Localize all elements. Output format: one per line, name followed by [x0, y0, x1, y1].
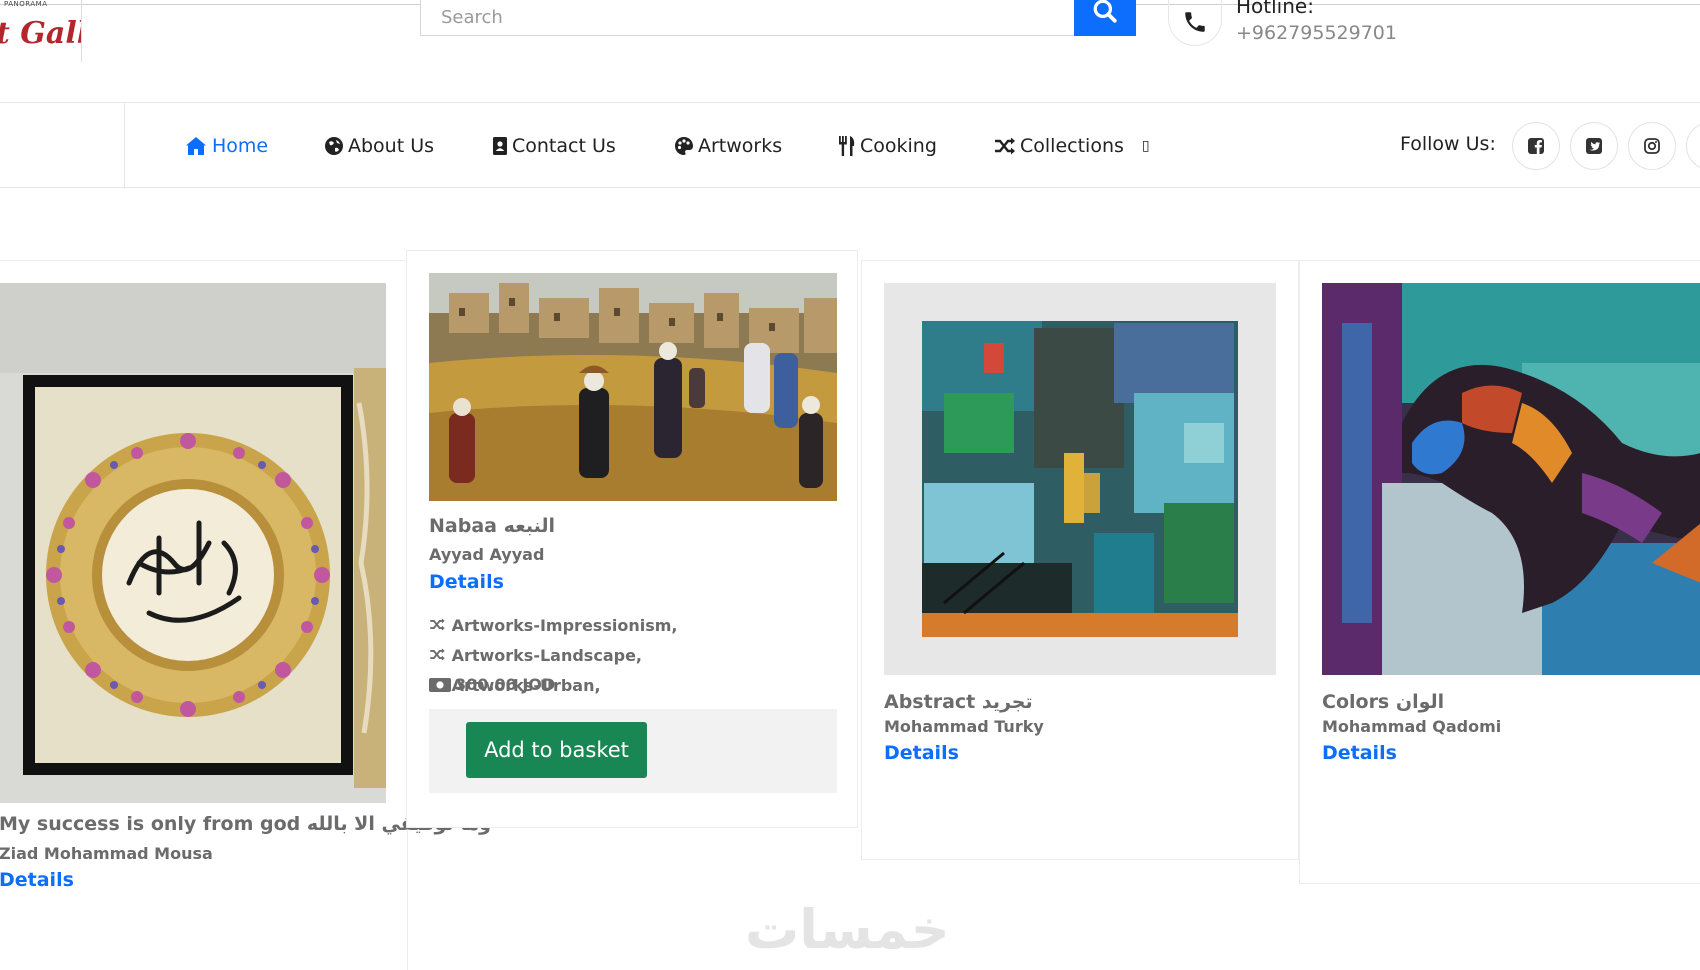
tag-impressionism[interactable]: Artworks-Impressionism, [429, 616, 677, 635]
watermark: خمسات [745, 898, 950, 961]
home-icon [186, 137, 206, 155]
artwork-card-3: Abstract تجريد Mohammad Turky Details [861, 260, 1299, 860]
follow-us-label: Follow Us: [1400, 133, 1496, 155]
search-button[interactable] [1074, 0, 1136, 36]
twitter-icon [1586, 138, 1602, 154]
nav-about-label: About Us [348, 135, 435, 157]
price-value: 300.00 JOD [455, 675, 556, 694]
artwork-artist-2: Ayyad Ayyad [429, 545, 545, 564]
globe-icon [325, 137, 343, 155]
nav-collections-label: Collections [1020, 135, 1124, 157]
nav-home[interactable]: Home [184, 132, 268, 160]
artwork-image-1[interactable] [0, 283, 386, 803]
palette-icon [675, 137, 693, 155]
artwork-price-2: 300.00 JOD [429, 675, 555, 694]
artwork-details-link-4[interactable]: Details [1322, 742, 1397, 764]
nav-artworks[interactable]: Artworks [674, 132, 782, 160]
nav-contact-label: Contact Us [512, 135, 616, 157]
shuffle-icon [995, 137, 1015, 155]
site-logo[interactable]: PANORAMA t Gallery [0, 0, 82, 62]
nav-home-label: Home [212, 135, 269, 157]
add-to-basket-button[interactable]: Add to basket [466, 722, 647, 778]
horse-painting [1322, 283, 1700, 675]
artwork-image-3[interactable] [884, 283, 1276, 675]
phone-icon [1185, 11, 1205, 32]
twitter-link[interactable] [1570, 122, 1618, 170]
village-painting [429, 273, 837, 501]
search-input[interactable] [421, 0, 1076, 35]
nav-collections[interactable]: Collections ▯ [994, 132, 1150, 160]
artwork-artist-1: Ziad Mohammad Mousa [0, 844, 213, 863]
logo-caption: PANORAMA [4, 0, 48, 8]
artwork-title-4: Colors الوان [1322, 691, 1445, 713]
artwork-image-2[interactable] [429, 273, 837, 501]
artwork-card-1: My success is only from god وما توفيقي ا… [0, 260, 491, 970]
facebook-icon [1528, 138, 1544, 154]
instagram-icon [1644, 138, 1660, 154]
artwork-artist-4: Mohammad Qadomi [1322, 717, 1502, 736]
nav-cooking-label: Cooking [860, 135, 937, 157]
artwork-card-4: Colors الوان Mohammad Qadomi Details [1299, 260, 1700, 884]
tag-label: Artworks-Impressionism, [451, 616, 678, 635]
utensils-icon [839, 136, 855, 156]
abstract-painting [884, 283, 1276, 675]
artwork-details-link-2[interactable]: Details [429, 571, 504, 593]
instagram-link[interactable] [1628, 122, 1676, 170]
artwork-details-link-1[interactable]: Details [0, 869, 74, 891]
address-book-icon [493, 137, 507, 155]
search-icon [1093, 0, 1117, 23]
calligraphy-painting [0, 283, 386, 803]
tag-landscape[interactable]: Artworks-Landscape, [429, 646, 642, 665]
artwork-image-4[interactable] [1322, 283, 1700, 675]
nav-about[interactable]: About Us [324, 132, 434, 160]
basket-panel: Add to basket [429, 709, 837, 793]
money-icon [429, 677, 451, 692]
shuffle-icon [430, 648, 445, 661]
artwork-title-2: Nabaa النبعه [429, 515, 555, 537]
hotline-icon-wrap [1168, 0, 1222, 46]
artwork-card-2: Nabaa النبعه Ayyad Ayyad Details Artwork… [406, 250, 858, 828]
collections-dropdown-icon[interactable]: ▯ [1142, 138, 1150, 154]
logo-text: t Gallery [0, 16, 81, 51]
artwork-title-3: Abstract تجريد [884, 691, 1033, 713]
tag-label: Artworks-Landscape, [451, 646, 642, 665]
artwork-artist-3: Mohammad Turky [884, 717, 1044, 736]
nav-divider [124, 103, 125, 189]
nav-artworks-label: Artworks [698, 135, 783, 157]
artwork-details-link-3[interactable]: Details [884, 742, 959, 764]
facebook-link[interactable] [1512, 122, 1560, 170]
hotline-label: Hotline: [1236, 0, 1314, 18]
search-bar [420, 0, 1136, 36]
hotline-number[interactable]: +962795529701 [1236, 22, 1397, 44]
nav-contact[interactable]: Contact Us [492, 132, 616, 160]
shuffle-icon [430, 618, 445, 631]
nav-cooking[interactable]: Cooking [838, 132, 937, 160]
